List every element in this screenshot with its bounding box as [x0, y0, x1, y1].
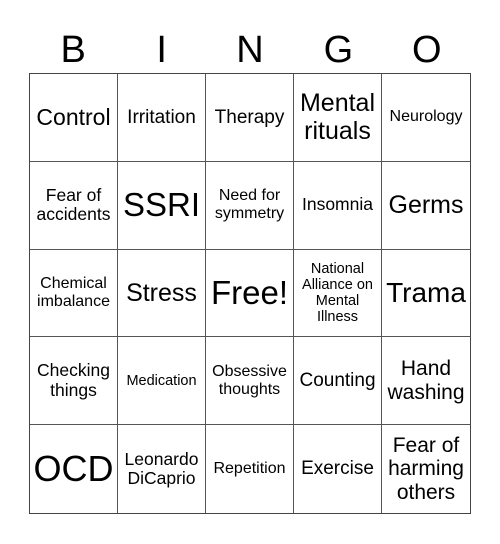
- bingo-cell[interactable]: Counting: [294, 337, 382, 426]
- header-letter-g: G: [323, 29, 354, 71]
- bingo-cell[interactable]: Fear of harming others: [382, 425, 470, 513]
- bingo-cell[interactable]: OCD: [30, 425, 118, 513]
- header-letter-n: N: [236, 29, 264, 71]
- bingo-cell[interactable]: Fear of accidents: [30, 161, 118, 250]
- bingo-cell[interactable]: Mental rituals: [294, 74, 382, 162]
- bingo-cell[interactable]: Hand washing: [382, 337, 470, 426]
- bingo-cell[interactable]: National Alliance on Mental Illness: [294, 249, 382, 338]
- bingo-cell[interactable]: Neurology: [382, 74, 470, 162]
- bingo-cell[interactable]: Medication: [118, 337, 206, 426]
- bingo-card-grid: Control Irritation Therapy Mental ritual…: [29, 73, 471, 514]
- bingo-header: B I N G O: [29, 28, 471, 72]
- bingo-cell[interactable]: Need for symmetry: [206, 161, 294, 250]
- header-letter-o: O: [412, 29, 442, 71]
- bingo-cell[interactable]: Repetition: [206, 425, 294, 513]
- free-space-cell[interactable]: Free!: [206, 249, 294, 338]
- bingo-cell[interactable]: Obsessive thoughts: [206, 337, 294, 426]
- bingo-cell[interactable]: Exercise: [294, 425, 382, 513]
- bingo-cell[interactable]: Therapy: [206, 74, 294, 162]
- bingo-cell[interactable]: Trama: [382, 250, 470, 338]
- header-letter-b: B: [60, 29, 86, 71]
- bingo-cell[interactable]: Checking things: [30, 337, 118, 426]
- bingo-cell[interactable]: Insomnia: [294, 161, 382, 250]
- bingo-cell[interactable]: Leonardo DiCaprio: [118, 425, 206, 513]
- bingo-cell[interactable]: SSRI: [118, 161, 206, 250]
- bingo-cell[interactable]: Chemical imbalance: [30, 249, 118, 338]
- bingo-cell[interactable]: Control: [30, 74, 118, 162]
- header-letter-i: I: [156, 29, 167, 71]
- bingo-cell[interactable]: Irritation: [118, 74, 206, 162]
- bingo-cell[interactable]: Germs: [382, 162, 470, 250]
- bingo-cell[interactable]: Stress: [118, 249, 206, 338]
